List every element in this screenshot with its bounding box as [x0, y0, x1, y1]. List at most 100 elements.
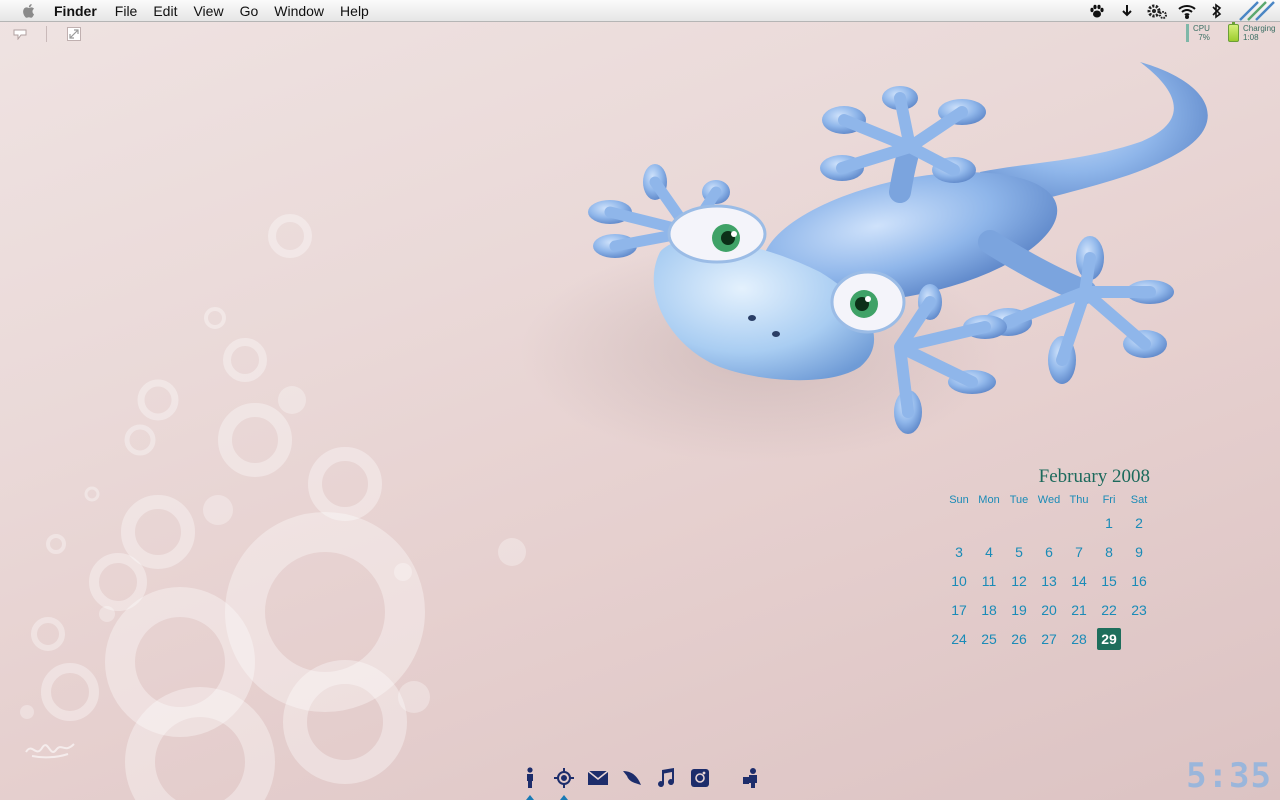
calendar-day-number: 27 [1041, 630, 1057, 647]
cpu-label: CPU [1193, 24, 1210, 33]
calendar-day[interactable] [1064, 508, 1094, 537]
mail-icon[interactable] [584, 764, 612, 792]
menu-file[interactable]: File [107, 0, 146, 22]
calendar-day-number: 9 [1135, 543, 1143, 560]
calendar-day[interactable] [1004, 508, 1034, 537]
battery-label: Charging [1243, 24, 1276, 33]
running-indicator [526, 795, 534, 800]
menu-finder[interactable]: Finder [48, 0, 107, 22]
calendar-day-number: 2 [1135, 514, 1143, 531]
weekday-label: Thu [1069, 494, 1089, 506]
calendar-day[interactable]: 3 [944, 537, 974, 566]
calendar-day[interactable]: 8 [1094, 537, 1124, 566]
calendar-day[interactable]: 12 [1004, 566, 1034, 595]
people-icon[interactable] [736, 764, 764, 792]
calendar-day[interactable]: 2 [1124, 508, 1154, 537]
menu-help[interactable]: Help [332, 0, 377, 22]
calendar-day-number: 23 [1131, 601, 1147, 618]
calendar-day-number: 24 [951, 630, 967, 647]
weekday-label: Tue [1009, 494, 1029, 506]
desktop-clock: 5:35 [1186, 756, 1272, 796]
photo-icon[interactable] [686, 764, 714, 792]
calendar-weekdays: Sun Mon Tue Wed Thu Fri Sat [940, 492, 1154, 508]
calendar-day[interactable]: 23 [1124, 595, 1154, 624]
cpu-meter: CPU 7% [1186, 24, 1210, 42]
wifi-icon[interactable] [1176, 0, 1198, 22]
stripes-logo-icon[interactable] [1236, 0, 1276, 22]
weekday-label: Sun [949, 494, 969, 506]
calendar-day-number: 4 [985, 543, 993, 560]
calendar-day[interactable] [1124, 624, 1154, 653]
calendar-day-number: 17 [951, 601, 967, 618]
menu-edit[interactable]: Edit [145, 0, 185, 22]
calendar-day[interactable]: 18 [974, 595, 1004, 624]
calendar-day[interactable]: 13 [1034, 566, 1064, 595]
calendar-day[interactable] [1034, 508, 1064, 537]
apple-menu-icon[interactable] [18, 0, 40, 22]
calendar-day[interactable]: 9 [1124, 537, 1154, 566]
calendar-day-number: 10 [951, 572, 967, 589]
weekday-label: Sat [1130, 494, 1148, 506]
weekday-label: Wed [1037, 494, 1061, 506]
calendar-day-number: 15 [1101, 572, 1117, 589]
battery-time: 1:08 [1243, 33, 1259, 42]
menu-view[interactable]: View [185, 0, 231, 22]
calendar-day[interactable]: 20 [1034, 595, 1064, 624]
calendar-day[interactable] [974, 508, 1004, 537]
download-arrow-icon[interactable] [1116, 0, 1138, 22]
calendar-day-number: 26 [1011, 630, 1027, 647]
bluetooth-icon[interactable] [1206, 0, 1228, 22]
weekday-label: Mon [978, 494, 1000, 506]
music-note-icon[interactable] [652, 764, 680, 792]
calendar-day[interactable]: 22 [1094, 595, 1124, 624]
calendar-day[interactable]: 6 [1034, 537, 1064, 566]
calendar-day-number: 8 [1105, 543, 1113, 560]
menu-bar: Finder File Edit View Go Window Help [0, 0, 1280, 22]
menu-window[interactable]: Window [266, 0, 332, 22]
calendar-day-number: 3 [955, 543, 963, 560]
calendar-day-number: 6 [1045, 543, 1053, 560]
calendar-day[interactable]: 27 [1034, 624, 1064, 653]
calendar-day[interactable]: 25 [974, 624, 1004, 653]
calendar-day[interactable]: 11 [974, 566, 1004, 595]
gears-icon[interactable] [1146, 0, 1168, 22]
calendar-day-number: 22 [1101, 601, 1117, 618]
calendar-day[interactable]: 7 [1064, 537, 1094, 566]
calendar-day[interactable]: 28 [1064, 624, 1094, 653]
calendar-day[interactable]: 26 [1004, 624, 1034, 653]
paw-icon[interactable] [1086, 0, 1108, 22]
dock [514, 764, 774, 800]
calendar-day-number: 18 [981, 601, 997, 618]
calendar-day[interactable]: 4 [974, 537, 1004, 566]
calendar-day-number: 11 [981, 572, 997, 589]
calendar-today[interactable]: 29 [1094, 624, 1124, 653]
calendar-day[interactable]: 24 [944, 624, 974, 653]
calendar-widget[interactable]: February 2008 Sun Mon Tue Wed Thu Fri Sa… [940, 466, 1154, 653]
calendar-day-number: 25 [981, 630, 997, 647]
calendar-day[interactable]: 1 [1094, 508, 1124, 537]
calendar-day-number: 7 [1075, 543, 1083, 560]
calendar-day[interactable]: 21 [1064, 595, 1094, 624]
resize-icon[interactable] [66, 26, 82, 42]
battery-meter: Charging 1:08 [1228, 22, 1277, 42]
calendar-day[interactable]: 15 [1094, 566, 1124, 595]
compass-target-icon[interactable] [550, 764, 578, 800]
calendar-day-number: 19 [1011, 601, 1027, 618]
calendar-day-number: 28 [1071, 630, 1087, 647]
calendar-day-number: 1 [1105, 514, 1113, 531]
calendar-day-number: 29 [1097, 627, 1121, 650]
calendar-day[interactable] [944, 508, 974, 537]
menu-go[interactable]: Go [232, 0, 267, 22]
calendar-day[interactable]: 14 [1064, 566, 1094, 595]
calendar-day-number: 20 [1041, 601, 1057, 618]
menu-tool-icon[interactable] [12, 26, 28, 42]
calendar-day-number: 13 [1041, 572, 1057, 589]
person-icon[interactable] [516, 764, 544, 800]
calendar-day[interactable]: 19 [1004, 595, 1034, 624]
calendar-day[interactable]: 17 [944, 595, 974, 624]
calendar-day[interactable]: 10 [944, 566, 974, 595]
leaf-icon[interactable] [618, 764, 646, 792]
calendar-day[interactable]: 5 [1004, 537, 1034, 566]
calendar-day-number: 14 [1071, 572, 1087, 589]
calendar-day[interactable]: 16 [1124, 566, 1154, 595]
